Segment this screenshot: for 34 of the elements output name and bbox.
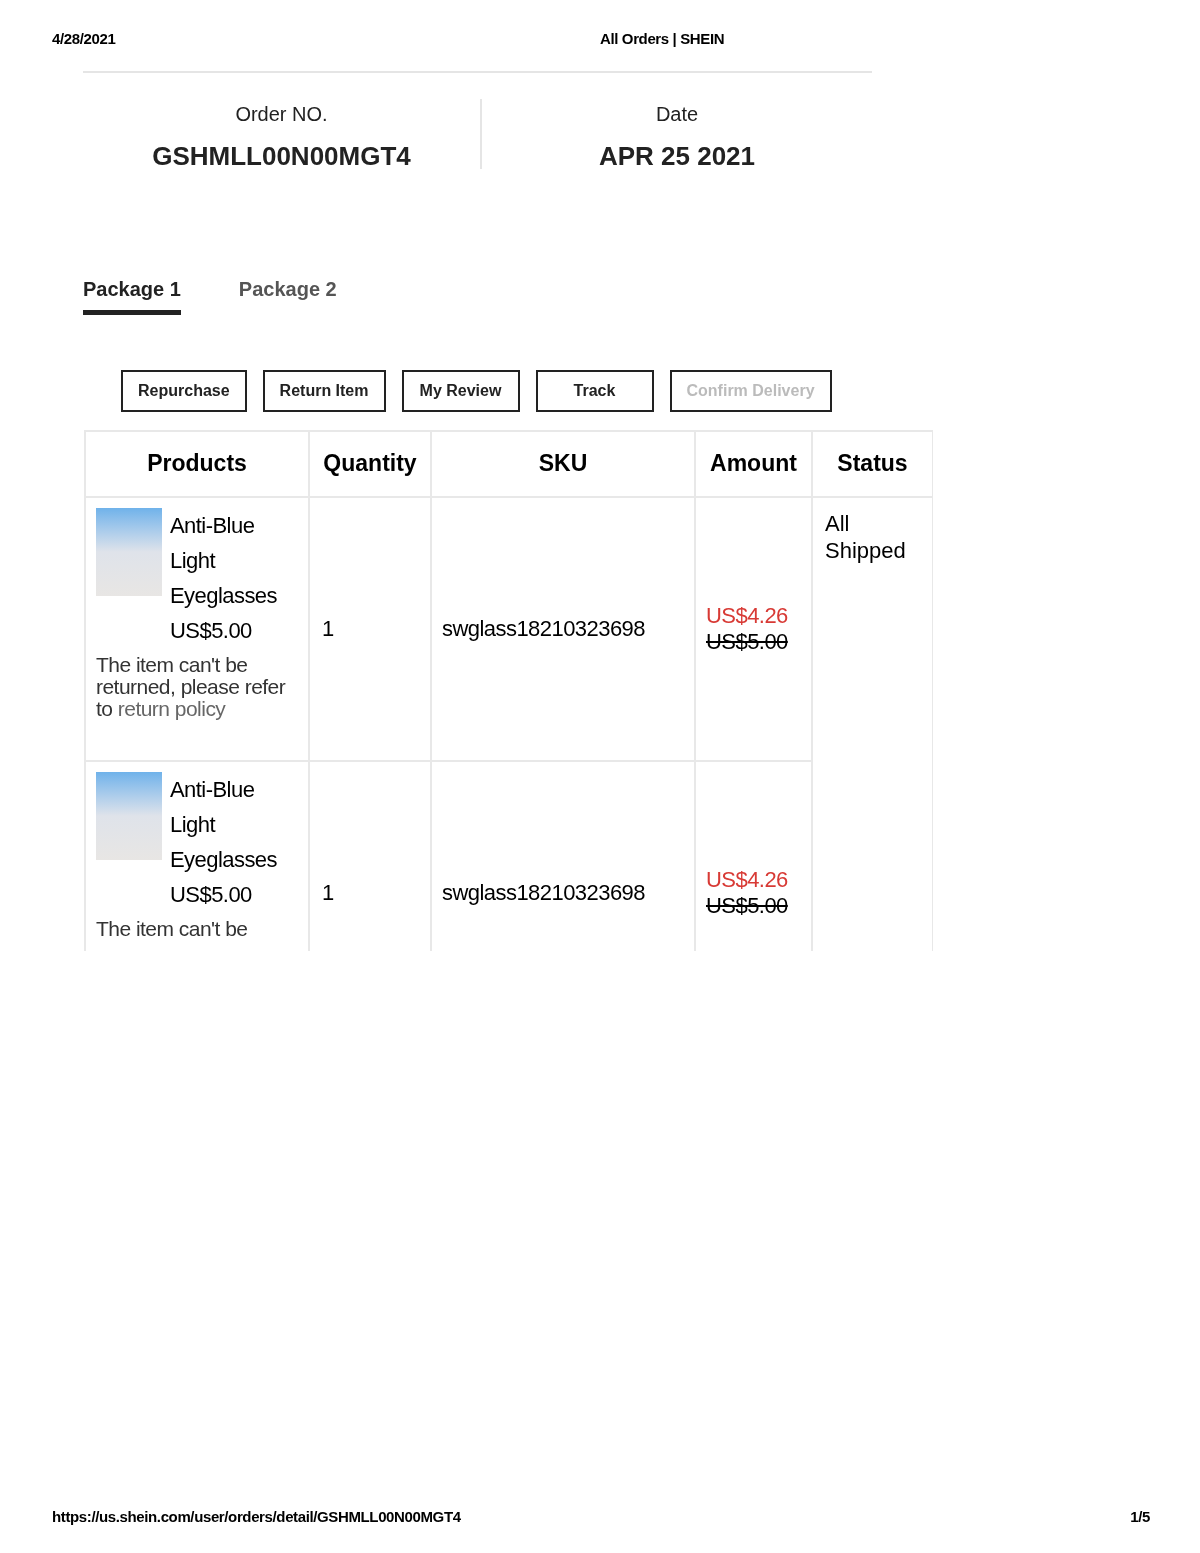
column-header: Status: [837, 450, 908, 477]
sku-text: swglass18210323698: [442, 616, 645, 641]
package-tab[interactable]: Package 2: [238, 273, 337, 315]
return-notice: The item can't be returned, please refer to return policy: [96, 653, 287, 720]
order-number: GSHMLL00N00MGT4: [152, 139, 411, 173]
column-header: SKU: [538, 450, 588, 477]
original-price: US$5.00: [706, 892, 789, 919]
action-button[interactable]: Track: [535, 369, 654, 412]
page-url: https://us.shein.com/user/orders/detail/GSHMLL00N00MGT4: [52, 1507, 461, 1527]
original-price: US$5.00: [706, 628, 789, 655]
sale-price: US$4.26: [706, 866, 789, 893]
page-title: All Orders | SHEIN: [600, 29, 725, 49]
action-button[interactable]: Return Item: [262, 369, 386, 412]
product-name: Anti-Blue Light Eyeglasses: [170, 775, 278, 874]
page-number: 1/5: [1130, 1507, 1150, 1527]
status-text: All Shipped: [825, 509, 907, 564]
quantity-text: 1: [322, 880, 335, 905]
product-price: US$5.00: [170, 616, 253, 645]
quantity-text: 1: [322, 616, 335, 641]
package-tab[interactable]: Package 1: [83, 273, 181, 315]
sku-text: swglass18210323698: [442, 880, 645, 905]
return-notice: The item can't be: [96, 917, 249, 940]
action-button[interactable]: My Review: [401, 369, 520, 412]
sale-price: US$4.26: [706, 602, 789, 629]
print-date: 4/28/2021: [52, 29, 117, 49]
action-button[interactable]: Repurchase: [121, 369, 247, 412]
column-header: Amount: [710, 450, 797, 477]
product-price: US$5.00: [170, 880, 253, 909]
column-header: Quantity: [323, 450, 417, 477]
date-label: Date: [655, 101, 699, 127]
order-number-label: Order NO.: [235, 101, 328, 127]
product-name: Anti-Blue Light Eyeglasses: [170, 511, 278, 610]
column-header: Products: [147, 450, 247, 477]
order-date: APR 25 2021: [598, 139, 756, 173]
